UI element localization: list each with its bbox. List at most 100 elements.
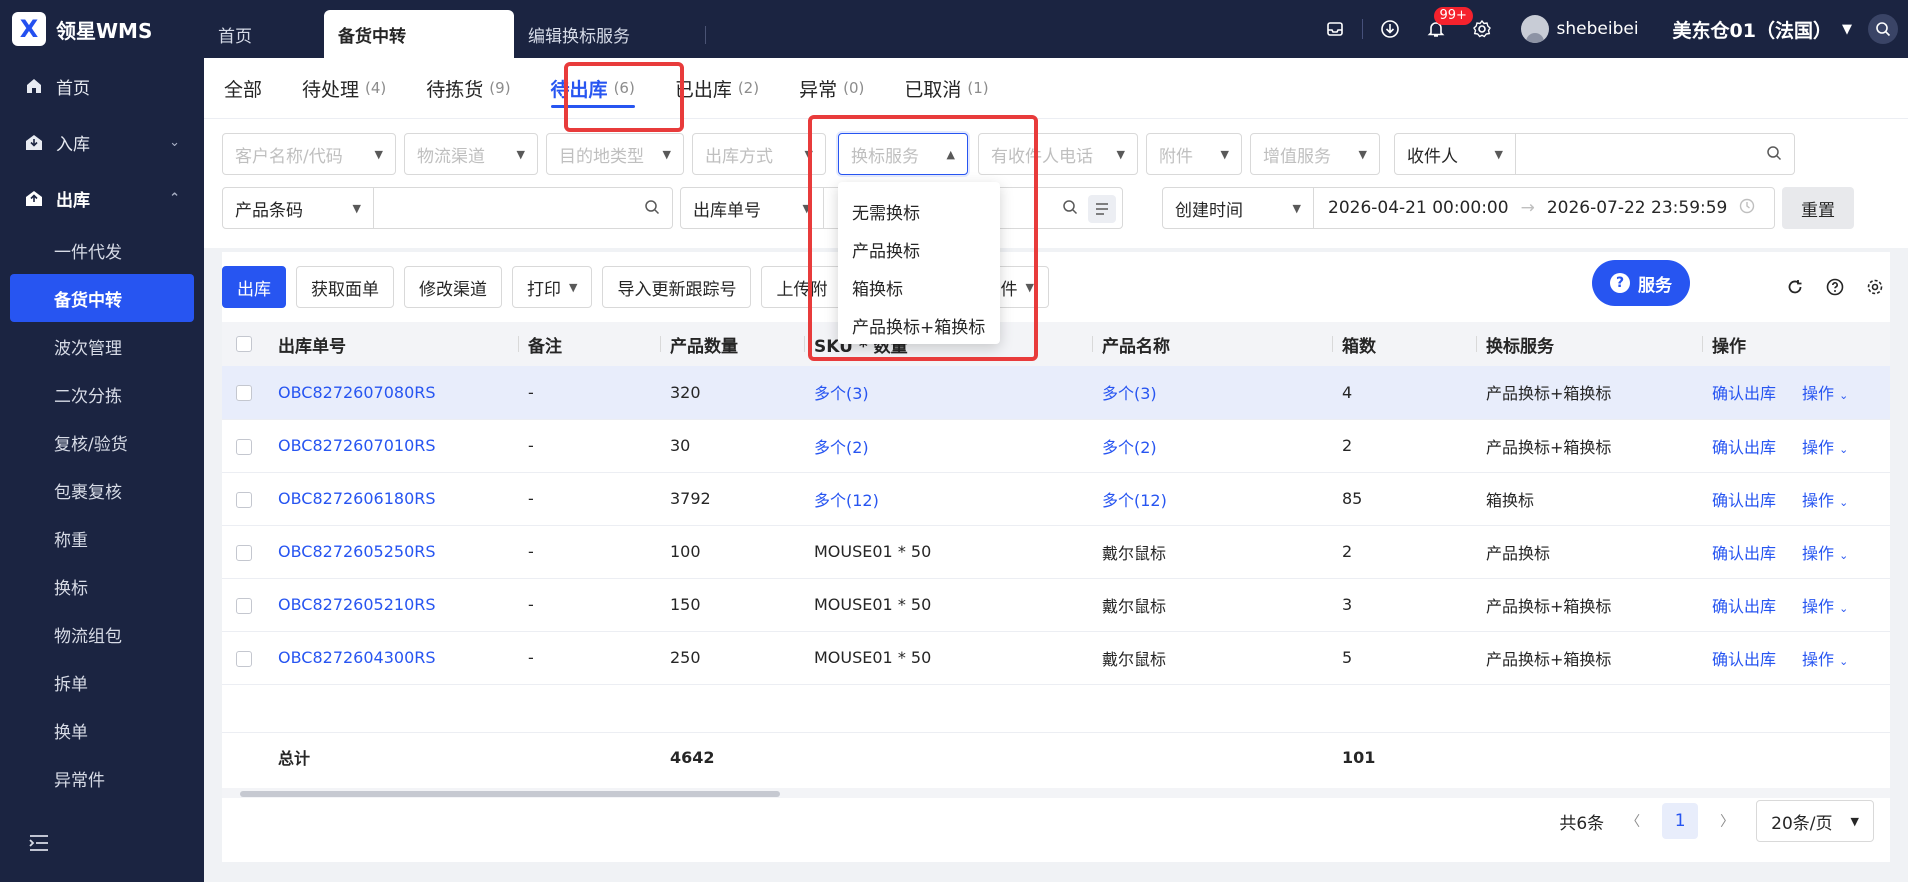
row-select[interactable] xyxy=(222,525,268,579)
out-method-select[interactable]: 出库方式 ▼ xyxy=(692,133,826,175)
order-no-link[interactable]: OBC8272607080RS xyxy=(268,366,518,420)
outbound-no-select[interactable]: 出库单号 ▼ xyxy=(680,187,824,229)
time-type-select[interactable]: 创建时间 ▼ xyxy=(1162,187,1314,229)
sidebar-subitem[interactable]: 拆单 xyxy=(0,658,204,706)
table-row[interactable]: OBC8272607010RS -30 多个(2) 多个(2) 2 产品换标+箱换标 确认出… xyxy=(222,419,1890,473)
more-actions-dropdown[interactable]: 操作 ⌄ xyxy=(1802,434,1848,458)
row-select[interactable] xyxy=(222,419,268,473)
order-no-link[interactable]: OBC8272607010RS xyxy=(268,419,518,473)
help-icon[interactable] xyxy=(1826,278,1844,301)
channel-select[interactable]: 物流渠道 ▼ xyxy=(404,133,538,175)
sidebar-subitem[interactable]: 复核/验货 xyxy=(0,418,204,466)
order-no-link[interactable]: OBC8272604300RS xyxy=(268,631,518,685)
select-all[interactable] xyxy=(222,322,268,366)
row-select[interactable] xyxy=(222,578,268,632)
sku-cell[interactable]: 多个(2) xyxy=(804,419,1092,473)
barcode-select[interactable]: 产品条码 ▼ xyxy=(222,187,374,229)
product-name-cell[interactable]: 多个(2) xyxy=(1092,419,1332,473)
username[interactable]: shebeibei xyxy=(1557,19,1639,39)
sidebar-item-outbound[interactable]: 出库 ⌃ xyxy=(0,170,204,226)
tab-shipped[interactable]: 已出库 (2) xyxy=(675,58,759,118)
checkbox[interactable] xyxy=(236,544,252,561)
top-tab-edit-relabel[interactable]: 编辑换标服务 xyxy=(514,10,706,58)
more-actions-dropdown[interactable]: 操作 ⌄ xyxy=(1802,380,1848,404)
checkbox[interactable] xyxy=(236,336,252,352)
product-name-cell[interactable]: 多个(12) xyxy=(1092,472,1332,526)
barcode-input[interactable] xyxy=(373,187,673,229)
service-button[interactable]: ? 服务 xyxy=(1592,260,1690,306)
outbound-button[interactable]: 出库 xyxy=(222,266,286,308)
more-actions-dropdown[interactable]: 操作 ⌄ xyxy=(1802,540,1848,564)
sidebar-subitem[interactable]: 换标 xyxy=(0,562,204,610)
confirm-outbound-link[interactable]: 确认出库 xyxy=(1712,380,1776,404)
tab-exception[interactable]: 异常 (0) xyxy=(799,58,864,118)
column-settings-icon[interactable] xyxy=(1866,278,1884,301)
warehouse-selector[interactable]: 美东仓01（法国） xyxy=(1673,16,1832,43)
print-button[interactable]: 打印 ▼ xyxy=(512,266,593,308)
checkbox[interactable] xyxy=(236,597,252,614)
sidebar-subitem[interactable]: 换单 xyxy=(0,706,204,754)
prev-page-icon[interactable]: 〈 xyxy=(1626,811,1640,831)
refresh-icon[interactable] xyxy=(1786,278,1804,301)
import-tracking-button[interactable]: 导入更新跟踪号 xyxy=(602,266,752,308)
top-tab-home[interactable]: 首页 xyxy=(204,10,324,58)
receiver-input[interactable] xyxy=(1515,133,1795,175)
sidebar-item-inbound[interactable]: 入库 ⌄ xyxy=(0,114,204,170)
app-logo[interactable]: X 领星WMS xyxy=(12,12,152,46)
scrollbar-thumb[interactable] xyxy=(240,791,780,797)
chevron-down-icon[interactable]: ▼ xyxy=(1842,22,1852,37)
row-select[interactable] xyxy=(222,366,268,420)
inbox-icon[interactable] xyxy=(1323,17,1347,41)
sidebar-item-home[interactable]: 首页 xyxy=(0,58,204,114)
sidebar-subitem[interactable]: 物流组包 xyxy=(0,610,204,658)
sku-cell[interactable]: 多个(12) xyxy=(804,472,1092,526)
attachment-select[interactable]: 附件 ▼ xyxy=(1146,133,1242,175)
product-name-cell[interactable]: 多个(3) xyxy=(1092,366,1332,420)
table-row[interactable]: OBC8272607080RS -320 多个(3) 多个(3) 4 产品换标+箱换标 确认… xyxy=(222,366,1890,420)
order-no-link[interactable]: OBC8272605210RS xyxy=(268,578,518,632)
confirm-outbound-link[interactable]: 确认出库 xyxy=(1712,540,1776,564)
sidebar-subitem[interactable]: 异常件 xyxy=(0,754,204,802)
sidebar-subitem[interactable]: 一件代发 xyxy=(0,226,204,274)
sidebar-subitem-active[interactable]: 备货中转 xyxy=(10,274,194,322)
checkbox[interactable] xyxy=(236,385,252,402)
customer-select[interactable]: 客户名称/代码 ▼ xyxy=(222,133,396,175)
confirm-outbound-link[interactable]: 确认出库 xyxy=(1712,487,1776,511)
download-icon[interactable] xyxy=(1378,17,1402,41)
date-range-picker[interactable]: 2026-04-21 00:00:00 → 2026-07-22 23:59:5… xyxy=(1313,187,1775,229)
horizontal-scrollbar[interactable] xyxy=(222,788,1890,798)
row-select[interactable] xyxy=(222,631,268,685)
page-size-select[interactable]: 20条/页 ▼ xyxy=(1756,800,1874,842)
reset-button[interactable]: 重置 xyxy=(1782,187,1854,229)
settings-icon[interactable] xyxy=(1470,17,1494,41)
sidebar-subitem[interactable]: 称重 xyxy=(0,514,204,562)
more-actions-dropdown[interactable]: 操作 ⌄ xyxy=(1802,593,1848,617)
next-page-icon[interactable]: 〉 xyxy=(1720,811,1734,831)
tab-pending[interactable]: 待处理 (4) xyxy=(302,58,386,118)
value-added-select[interactable]: 增值服务 ▼ xyxy=(1250,133,1380,175)
modify-channel-button[interactable]: 修改渠道 xyxy=(404,266,502,308)
sidebar-subitem[interactable]: 波次管理 xyxy=(0,322,204,370)
confirm-outbound-link[interactable]: 确认出库 xyxy=(1712,646,1776,670)
receiver-select[interactable]: 收件人 ▼ xyxy=(1394,133,1516,175)
bell-icon[interactable]: 99+ xyxy=(1424,7,1473,41)
top-tab-stock-transfer[interactable]: 备货中转 xyxy=(324,10,514,58)
tab-cancelled[interactable]: 已取消 (1) xyxy=(904,58,988,118)
sidebar-subitem[interactable]: 包裹复核 xyxy=(0,466,204,514)
table-row[interactable]: OBC8272604300RS -250 MOUSE01 * 50 戴尔鼠标 5 产品换标… xyxy=(222,631,1890,685)
page-number[interactable]: 1 xyxy=(1662,803,1699,839)
sku-cell[interactable]: 多个(3) xyxy=(804,366,1092,420)
date-end[interactable]: 2026-07-22 23:59:59 xyxy=(1547,198,1728,218)
more-actions-dropdown[interactable]: 操作 ⌄ xyxy=(1802,646,1848,670)
tab-all[interactable]: 全部 xyxy=(224,58,262,118)
checkbox[interactable] xyxy=(236,491,252,508)
order-no-link[interactable]: OBC8272605250RS xyxy=(268,525,518,579)
more-actions-dropdown[interactable]: 操作 ⌄ xyxy=(1802,487,1848,511)
dest-type-select[interactable]: 目的地类型 ▼ xyxy=(546,133,684,175)
confirm-outbound-link[interactable]: 确认出库 xyxy=(1712,593,1776,617)
tab-to-pick[interactable]: 待拣货 (9) xyxy=(426,58,510,118)
checkbox[interactable] xyxy=(236,650,252,667)
order-no-link[interactable]: OBC8272606180RS xyxy=(268,472,518,526)
sidebar-subitem[interactable]: 二次分拣 xyxy=(0,370,204,418)
checkbox[interactable] xyxy=(236,438,252,455)
